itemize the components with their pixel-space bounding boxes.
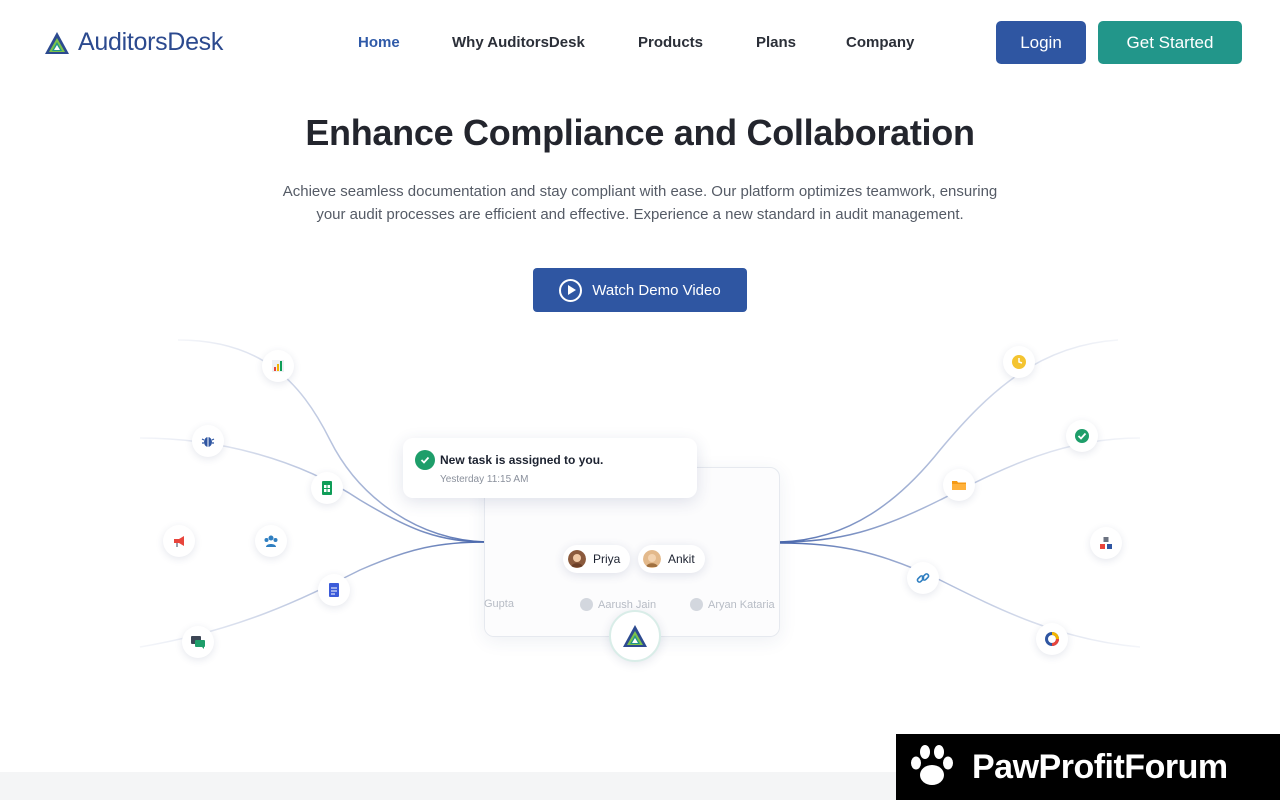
faded-user-aarush: Aarush Jain [580,598,656,611]
nav-home[interactable]: Home [358,34,400,51]
node-document [318,574,350,606]
faded-user-name: Aryan Kataria [708,598,775,611]
hero-description: Achieve seamless documentation and stay … [282,183,998,223]
main-nav: Home Why AuditorsDesk Products Plans Com… [0,34,1280,54]
login-button[interactable]: Login [996,21,1086,64]
donut-chart-icon [1045,632,1059,646]
node-clock [1003,346,1035,378]
watermark-text: PawProfitForum [972,747,1228,786]
spreadsheet-icon [322,481,332,495]
task-notification: New task is assigned to you. Yesterday 1… [403,438,697,498]
notification-title: New task is assigned to you. [440,453,604,467]
megaphone-icon [174,536,184,547]
node-megaphone [163,525,195,557]
bug-icon [201,437,215,447]
node-chat [182,626,214,658]
shapes-icon [1100,537,1112,549]
avatar [568,550,586,568]
avatar [643,550,661,568]
check-circle-icon [415,450,435,470]
site-header: AuditorsDesk Home Why AuditorsDesk Produ… [0,0,1280,86]
watermark-overlay: PawProfitForum [896,734,1280,800]
nav-plans[interactable]: Plans [756,34,796,51]
node-spreadsheet [311,472,343,504]
team-icon [264,535,278,547]
notification-time: Yesterday 11:15 AM [440,474,529,485]
center-logo-badge [609,610,661,662]
user-name: Priya [593,552,621,566]
user-chip-ankit: Ankit [638,545,705,573]
avatar [690,598,703,611]
user-chip-priya: Priya [563,545,631,573]
node-shapes [1090,527,1122,559]
node-team [255,525,287,557]
bar-chart-icon [272,360,284,372]
faded-user-gupta: Gupta [484,598,514,610]
check-circle-icon [1075,429,1089,443]
node-folder [943,469,975,501]
play-circle-icon [559,278,583,302]
node-bar-chart [262,350,294,382]
faded-user-name: Gupta [484,598,514,610]
faded-user-aryan: Aryan Kataria [690,598,775,611]
link-icon [916,573,930,583]
clock-icon [1012,355,1026,369]
user-name: Ankit [668,552,695,566]
hero-title: Enhance Compliance and Collaboration [305,112,975,153]
document-icon [329,583,339,597]
watch-demo-label: Watch Demo Video [592,281,721,299]
node-bug [192,425,224,457]
node-donut-chart [1036,623,1068,655]
avatar [580,598,593,611]
nav-company[interactable]: Company [846,34,914,51]
nav-why-auditorsdesk[interactable]: Why AuditorsDesk [452,34,585,51]
paw-icon [911,745,953,785]
node-link [907,562,939,594]
faded-user-name: Aarush Jain [598,598,657,611]
chat-icon [191,636,205,649]
watch-demo-button[interactable]: Watch Demo Video [533,268,747,312]
folder-icon [952,481,966,490]
node-check [1066,420,1098,452]
auditorsdesk-logo-icon [623,625,647,647]
nav-products[interactable]: Products [638,34,703,51]
get-started-button[interactable]: Get Started [1098,21,1242,64]
